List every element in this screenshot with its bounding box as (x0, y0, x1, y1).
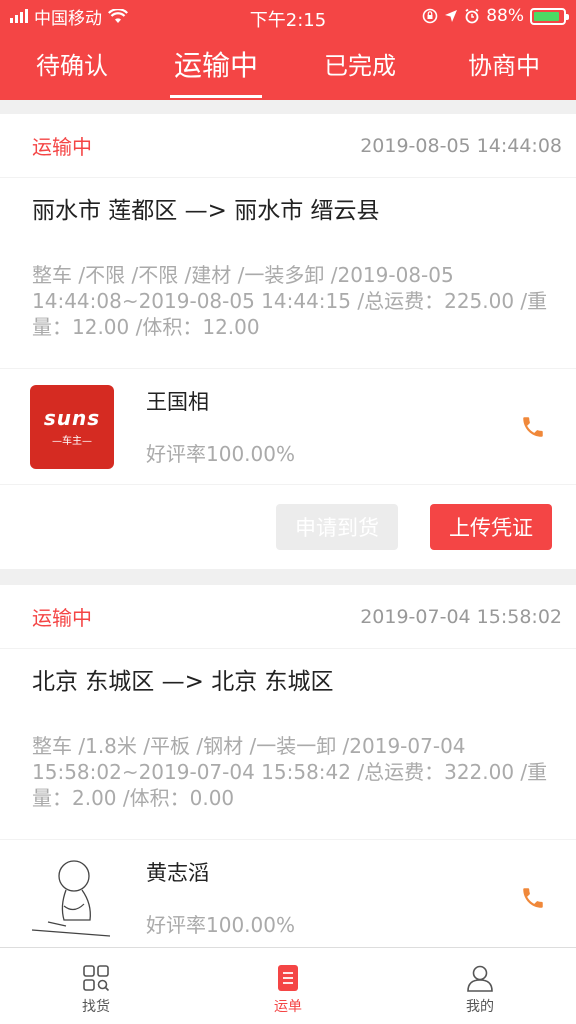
avatar: suns —车主— (30, 384, 114, 469)
phone-icon[interactable] (520, 414, 546, 440)
order-time: 2019-07-04 15:58:02 (360, 605, 562, 628)
order-route: 北京 东城区 —> 北京 东城区 (32, 669, 334, 695)
tab-completed[interactable]: 已完成 (288, 32, 432, 100)
nav-label: 找货 (82, 999, 110, 1015)
order-card[interactable]: 运输中 2019-08-05 14:44:08 丽水市 莲都区 —> 丽水市 缙… (0, 114, 576, 569)
driver-row[interactable]: 黄志滔 好评率100.00% (0, 840, 576, 956)
nav-label: 我的 (466, 999, 494, 1015)
document-icon (278, 965, 298, 991)
order-card[interactable]: 运输中 2019-07-04 15:58:02 北京 东城区 —> 北京 东城区… (0, 585, 576, 956)
order-time: 2019-08-05 14:44:08 (360, 134, 562, 157)
carrier-label: 中国移动 (34, 8, 102, 29)
order-status: 运输中 (32, 135, 92, 159)
avatar (30, 855, 114, 940)
nav-find-goods[interactable]: 找货 (0, 948, 192, 1024)
suns-logo-sub: —车主— (52, 436, 92, 447)
wifi-icon (108, 8, 128, 23)
rotation-lock-icon (422, 8, 438, 24)
tab-pending[interactable]: 待确认 (0, 32, 144, 100)
nav-waybill[interactable]: 运单 (192, 948, 384, 1024)
signal-icon (10, 9, 28, 23)
nav-label: 运单 (274, 999, 302, 1015)
driver-name: 王国相 (146, 390, 209, 414)
grid-search-icon (83, 965, 110, 992)
phone-icon[interactable] (520, 885, 546, 911)
order-status-tabs: 待确认 运输中 已完成 协商中 (0, 32, 576, 100)
sketch-figure-icon (31, 859, 111, 937)
driver-name: 黄志滔 (146, 861, 209, 885)
nav-mine[interactable]: 我的 (384, 948, 576, 1024)
driver-rating: 好评率100.00% (146, 442, 295, 466)
tab-negotiating[interactable]: 协商中 (432, 32, 576, 100)
location-icon (445, 10, 458, 22)
battery-icon (530, 7, 569, 25)
battery-percent: 88% (486, 6, 524, 26)
alarm-icon (465, 8, 479, 24)
order-details: 整车 /1.8米 /平板 /钢材 /一装一卸 /2019-07-04 15:58… (0, 709, 576, 840)
driver-rating: 好评率100.00% (146, 913, 295, 937)
user-icon (467, 965, 493, 992)
order-route: 丽水市 莲都区 —> 丽水市 缙云县 (32, 198, 380, 224)
upload-proof-button[interactable]: 上传凭证 (430, 504, 552, 550)
status-bar: 中国移动 下午2:15 88% (0, 0, 576, 32)
order-status: 运输中 (32, 606, 92, 630)
suns-logo: suns (43, 406, 101, 430)
order-details: 整车 /不限 /不限 /建材 /一装多卸 /2019-08-05 14:44:0… (0, 238, 576, 369)
bottom-nav: 找货 运单 我的 (0, 947, 576, 1024)
order-list: 运输中 2019-08-05 14:44:08 丽水市 莲都区 —> 丽水市 缙… (0, 114, 576, 972)
tab-in-transit[interactable]: 运输中 (144, 32, 288, 100)
header: 中国移动 下午2:15 88% 待确认 运输中 已完成 协商中 (0, 0, 576, 100)
apply-arrival-button[interactable]: 申请到货 (276, 504, 398, 550)
driver-row[interactable]: suns —车主— 王国相 好评率100.00% (0, 369, 576, 485)
